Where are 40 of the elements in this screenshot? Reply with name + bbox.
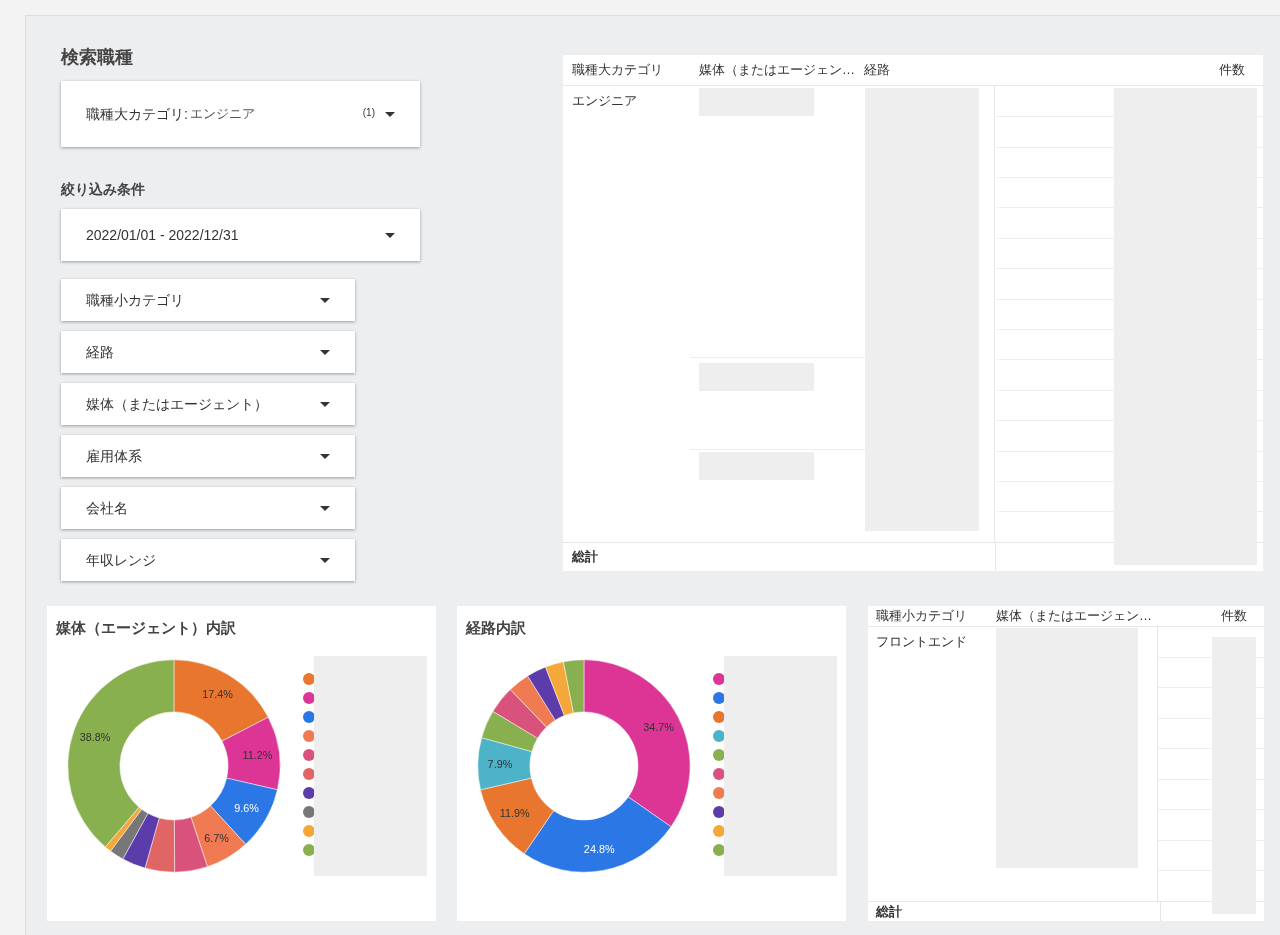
category-dropdown[interactable]: 職種大カテゴリ:エンジニア (1) (61, 81, 420, 147)
caret-icon (385, 232, 395, 238)
caret-icon (385, 111, 395, 117)
column-header: 件数 (1221, 607, 1248, 625)
slice-label: 17.4% (202, 688, 233, 701)
column-header: 職種小カテゴリ (875, 607, 968, 625)
slice-label: 24.8% (583, 842, 615, 855)
filter-dropdown[interactable]: 媒体（またはエージェント） (61, 383, 355, 425)
total-label: 総計 (563, 542, 996, 571)
caret-icon (320, 453, 330, 459)
caret-icon (320, 349, 330, 355)
slice-label: 38.8% (79, 730, 111, 743)
slice-label: 11.2% (242, 749, 273, 762)
slice-label: 6.7% (204, 832, 229, 845)
caret-icon (320, 297, 330, 303)
section-title: 検索職種 (61, 46, 134, 69)
column-header: 件数 (1219, 61, 1246, 80)
slice-label: 7.9% (487, 758, 513, 771)
caret-icon (320, 401, 330, 407)
filter-dropdown[interactable]: 経路 (61, 331, 355, 373)
filter-dropdown[interactable]: 会社名 (61, 487, 355, 529)
date-range-dropdown[interactable]: 2022/01/01 - 2022/12/31 (61, 209, 420, 261)
caret-icon (320, 557, 330, 563)
table-cell-text: エンジニア (572, 92, 638, 111)
column-header: 経路 (863, 61, 890, 80)
filter-dropdown[interactable]: 職種小カテゴリ (61, 279, 355, 321)
filter-dropdown[interactable]: 年収レンジ (61, 539, 355, 581)
chart-title: 媒体（エージェント）内訳 (56, 618, 237, 638)
caret-icon (320, 505, 330, 511)
slice-label: 11.9% (499, 807, 530, 820)
column-header: 媒体（またはエージェン… (995, 607, 1152, 625)
total-label: 総計 (868, 901, 1161, 921)
filter-dropdown[interactable]: 雇用体系 (61, 435, 355, 477)
section-label: 絞り込み条件 (61, 180, 146, 199)
column-header: 職種大カテゴリ (571, 61, 664, 80)
table-cell-text: フロントエンド (876, 632, 968, 651)
chart-title: 経路内訳 (466, 618, 527, 638)
slice-label: 9.6% (234, 802, 259, 815)
slice-label: 34.7% (643, 721, 674, 734)
column-header: 媒体（またはエージェン… (698, 61, 855, 80)
